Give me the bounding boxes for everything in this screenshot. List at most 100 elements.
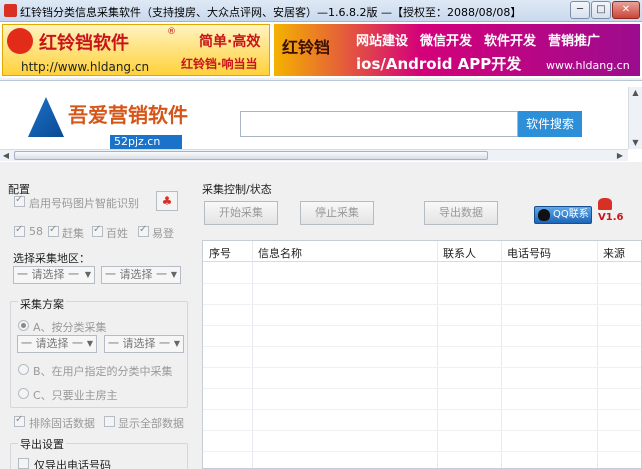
site-logo-icon [28,97,64,137]
banner-brand: 红铃铛软件 [39,33,129,54]
export-phone-only-label: 仅导出电话号码 [34,459,111,469]
col-contact[interactable]: 联系人 [443,245,476,261]
version-label: V1.6 [598,212,624,223]
table-row-line [203,409,641,410]
export-data-button[interactable]: 导出数据 [424,201,498,225]
show-all-label: 显示全部数据 [118,417,184,430]
site-domain: 52pjz.cn [110,135,182,149]
source-baixing-checkbox[interactable] [92,224,103,237]
embedded-web-view: 吾爱营销软件 52pjz.cn 软件搜索 ▲ ▼ ◀ ▶ [0,80,642,162]
start-collect-button[interactable]: 开始采集 [204,201,278,225]
chevron-down-icon: ▼ [86,339,93,348]
source-yideng-checkbox[interactable] [138,224,149,237]
banner-right-url: www.hldang.cn [546,59,630,72]
source-ganji-checkbox[interactable] [48,224,59,237]
software-search-button[interactable]: 软件搜索 [518,111,582,137]
registered-mark: ® [167,27,176,37]
scroll-thumb[interactable] [14,151,488,160]
window-title: 红铃铛分类信息采集软件（支持搜房、大众点评网、安居客）—1.6.8.2版 —【授… [20,6,522,19]
subcategory-select-value: 一 请选择 一 [108,337,170,350]
bell-icon-button[interactable]: ♣ [156,191,178,211]
qq-penguin-icon [538,209,550,221]
source-yideng-label: 易登 [152,227,174,240]
scroll-right-icon[interactable]: ▶ [614,150,626,161]
vertical-scrollbar[interactable]: ▲ ▼ [628,87,642,149]
results-table[interactable]: 序号 信息名称 联系人 电话号码 来源 [202,240,642,469]
banner-url: http://www.hldang.cn [21,60,150,74]
show-all-checkbox[interactable] [104,416,115,427]
plan-title: 采集方案 [18,296,66,312]
close-button[interactable]: ✕ [612,1,640,19]
chevron-down-icon: ▼ [170,270,177,279]
col-source[interactable]: 来源 [603,245,625,261]
service-software: 软件开发 [484,34,537,49]
software-search-input[interactable] [240,111,518,137]
plan-b-radio[interactable] [18,364,29,375]
exclude-landline-label: 排除固话数据 [29,417,95,430]
banner-slogan: 简单·高效 [199,34,261,50]
scroll-down-icon[interactable]: ▼ [629,137,642,149]
smart-ocr-checkbox[interactable] [14,194,25,207]
col-index[interactable]: 序号 [209,245,231,261]
chevron-down-icon: ▼ [84,270,91,279]
column-divider [597,241,598,468]
table-row-line [203,304,641,305]
banner-services: 网站建设 微信开发 软件开发 营销推广 [356,30,612,49]
service-marketing: 营销推广 [548,34,601,49]
subcategory-select[interactable]: 一 请选择 一 ▼ [104,335,184,353]
table-row-line [203,283,641,284]
col-title[interactable]: 信息名称 [258,245,302,261]
table-row-line [203,325,641,326]
service-wechat: 微信开发 [420,34,473,49]
qq-contact-button[interactable]: QQ联系 [534,206,592,224]
site-brand: 吾爱营销软件 [68,103,188,127]
province-select[interactable]: 一 请选择 一 ▼ [13,266,95,284]
minimize-button[interactable]: ─ [570,1,590,19]
banner-left[interactable]: 红铃铛软件 ® http://www.hldang.cn 简单·高效 红铃铛·响… [2,24,270,76]
banner-slogan-2: 红铃铛·响当当 [181,57,258,71]
banner-right[interactable]: 红铃铛 网站建设 微信开发 软件开发 营销推广 ios/Android APP开发 w… [274,24,640,76]
scroll-left-icon[interactable]: ◀ [0,150,12,161]
source-58-checkbox[interactable] [14,224,25,237]
table-row-line [203,430,641,431]
export-title: 导出设置 [18,436,66,452]
stop-collect-button[interactable]: 停止采集 [300,201,374,225]
column-divider [501,241,502,468]
title-bar: 红铃铛分类信息采集软件（支持搜房、大众点评网、安居客）—1.6.8.2版 —【授… [0,0,642,22]
plan-c-radio[interactable] [18,388,29,399]
maximize-button[interactable]: □ [591,1,611,19]
chevron-down-icon: ▼ [173,339,180,348]
province-select-value: 一 请选择 一 [17,268,79,281]
qq-contact-label: QQ联系 [553,209,589,220]
banner-right-brand: 红铃铛 [282,38,331,57]
table-header: 序号 信息名称 联系人 电话号码 来源 [203,241,641,262]
category-select[interactable]: 一 请选择 一 ▼ [17,335,97,353]
city-select[interactable]: 一 请选择 一 ▼ [101,266,181,284]
table-row-line [203,388,641,389]
ad-banner[interactable]: 红铃铛软件 ® http://www.hldang.cn 简单·高效 红铃铛·响… [0,22,642,78]
plan-b-label: B、在用户指定的分类中采集 [33,365,173,378]
col-phone[interactable]: 电话号码 [507,245,551,261]
table-row-line [203,451,641,452]
plan-c-label: C、只要业主房主 [33,389,118,402]
export-phone-only-checkbox[interactable] [18,458,29,469]
region-label: 选择采集地区： [13,252,90,265]
exclude-landline-checkbox[interactable] [14,414,25,427]
banner-app-dev: ios/Android APP开发 [356,55,522,73]
table-row-line [203,367,641,368]
control-title: 采集控制/状态 [202,183,272,196]
source-ganji-label: 赶集 [62,227,84,240]
service-web: 网站建设 [356,34,409,49]
horizontal-scrollbar[interactable]: ◀ ▶ [0,149,628,161]
scroll-up-icon[interactable]: ▲ [629,87,642,99]
plan-a-radio[interactable] [18,320,29,331]
bell-icon [598,198,612,210]
column-divider [437,241,438,468]
bell-logo-icon [7,28,33,54]
category-select-value: 一 请选择 一 [21,337,83,350]
plan-a-label: A、按分类采集 [33,321,107,334]
smart-ocr-label: 启用号码图片智能识别 [29,197,139,210]
column-divider [252,241,253,468]
table-row-line [203,346,641,347]
app-bell-icon [4,4,17,17]
